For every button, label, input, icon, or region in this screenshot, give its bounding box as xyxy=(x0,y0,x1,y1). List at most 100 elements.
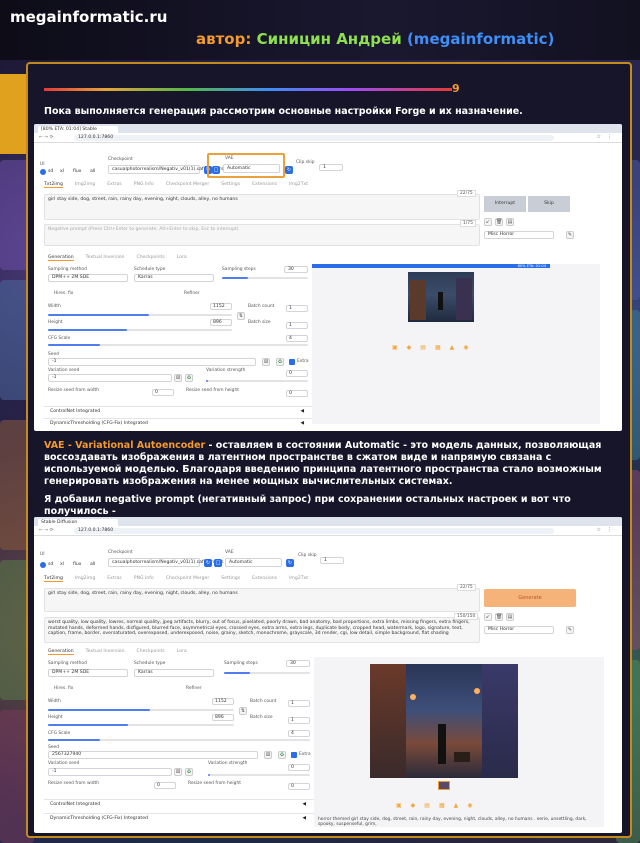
controlnet-accordion[interactable]: ControlNet Integrated ◀ xyxy=(44,406,312,416)
width-input[interactable]: 1152 xyxy=(212,698,234,705)
tab-img2img[interactable]: Img2img xyxy=(75,576,95,581)
variation-strength-input[interactable]: 0 xyxy=(288,764,310,771)
output-toolbar-icons[interactable]: ▣◆▤▦▲◉ xyxy=(396,802,481,809)
arrow-icon[interactable]: ↙ xyxy=(484,218,492,226)
tab-txt2img[interactable]: Txt2img xyxy=(44,182,63,188)
site-name[interactable]: megainformatic.ru xyxy=(10,8,167,26)
address-bar[interactable]: 127.0.0.1:7860 xyxy=(74,528,554,534)
browser-tab[interactable]: [80% ETA: 01:04] Stable Diffusion xyxy=(38,126,118,139)
prompt-input[interactable]: girl stay side, dog, street, rain, rainy… xyxy=(44,588,480,612)
refresh-icon[interactable]: ↻ xyxy=(204,559,212,567)
output-toolbar-icons[interactable]: ▣◆▤▦▲◉ xyxy=(392,344,477,351)
vae-select[interactable]: Automatic xyxy=(225,558,282,567)
tab-png-info[interactable]: PNG Info xyxy=(134,182,154,187)
sampling-steps-slider[interactable] xyxy=(222,277,308,279)
styles-select[interactable]: Misc Horror xyxy=(484,231,554,239)
schedule-type-select[interactable]: Karras xyxy=(134,669,214,677)
hires-fix-checkbox[interactable]: Hires. fix xyxy=(54,686,73,691)
variation-seed-input[interactable]: -1 xyxy=(48,768,172,776)
checkpoint-select[interactable]: casualphotorrealism/Negativ_v01(1).safet… xyxy=(108,558,224,567)
tab-textual-inversion[interactable]: Textual Inversion xyxy=(86,255,125,260)
tab-extras[interactable]: Extras xyxy=(107,576,122,581)
edit-icon[interactable]: ✎ xyxy=(566,626,574,634)
sampling-method-select[interactable]: DPM++ 2M SDE xyxy=(48,274,128,282)
tab-lora[interactable]: Lora xyxy=(177,649,187,654)
tab-settings[interactable]: Settings xyxy=(221,576,240,581)
width-slider[interactable] xyxy=(48,709,234,711)
recycle-icon[interactable]: ♻ xyxy=(278,751,286,759)
preview-image[interactable] xyxy=(408,272,474,322)
cfg-input[interactable]: 4 xyxy=(286,335,308,342)
negative-prompt-input[interactable]: worst quality, low quality, lowres, norm… xyxy=(44,617,480,643)
variation-dice-icon[interactable]: ⚄ xyxy=(174,374,182,382)
height-input[interactable]: 896 xyxy=(212,714,234,721)
variation-dice-icon[interactable]: ⚄ xyxy=(174,768,182,776)
clipboard-icon[interactable]: ▤ xyxy=(506,613,514,621)
tab-extras[interactable]: Extras xyxy=(107,182,122,187)
dice-icon[interactable]: ⚄ xyxy=(262,358,270,366)
extra-checkbox-icon[interactable] xyxy=(289,359,295,365)
extra-checkbox-icon[interactable] xyxy=(291,752,297,758)
width-slider[interactable] xyxy=(48,314,232,316)
generate-button[interactable]: Generate xyxy=(484,589,576,607)
variation-strength-slider[interactable] xyxy=(206,380,308,382)
ui-option-all[interactable]: all xyxy=(90,169,95,174)
batch-count-input[interactable]: 1 xyxy=(288,700,310,707)
radio-selected-icon[interactable] xyxy=(40,169,46,175)
tab-txt2img[interactable]: Txt2img xyxy=(44,576,63,582)
window-controls-icon[interactable]: ☆⋮ xyxy=(597,527,618,533)
nav-arrows-icon[interactable]: ← → ⟳ xyxy=(39,528,53,533)
tab-settings[interactable]: Settings xyxy=(221,182,240,187)
height-slider[interactable] xyxy=(48,329,232,331)
vae-toggle-icon[interactable]: □ xyxy=(214,559,222,567)
trash-icon[interactable]: 🗑 xyxy=(495,218,503,226)
ui-option-xl[interactable]: xl xyxy=(60,169,64,174)
cfg-slider[interactable] xyxy=(48,344,308,346)
vae-refresh-icon[interactable]: ↻ xyxy=(286,559,294,567)
clipboard-icon[interactable]: ▤ xyxy=(506,218,514,226)
sampling-steps-slider[interactable] xyxy=(224,672,310,674)
dice-icon[interactable]: ⚄ xyxy=(264,751,272,759)
tab-png-info[interactable]: PNG Info xyxy=(134,576,154,581)
controlnet-accordion[interactable]: ControlNet Integrated ◀ xyxy=(44,799,314,809)
negative-prompt-input[interactable]: Negative prompt (Press Ctrl+Enter to gen… xyxy=(44,224,480,246)
tab-img2img[interactable]: Img2img xyxy=(75,182,95,187)
seed-input[interactable]: -1 xyxy=(48,358,256,366)
tab-img2txt[interactable]: Img2Txt xyxy=(289,182,308,187)
window-controls-icon[interactable]: ☆⋮ xyxy=(597,134,618,140)
radio-selected-icon[interactable] xyxy=(40,562,46,568)
resize-height-input[interactable]: 0 xyxy=(286,390,308,397)
tab-checkpoints[interactable]: Checkpoints xyxy=(137,255,165,260)
edit-icon[interactable]: ✎ xyxy=(566,231,574,239)
vae-select[interactable]: Automatic xyxy=(223,164,280,173)
ui-option-flux[interactable]: flux xyxy=(73,562,82,567)
tab-generation[interactable]: Generation xyxy=(48,255,74,261)
resize-height-input[interactable]: 0 xyxy=(288,783,310,790)
ui-radio-group[interactable]: sd xl flux all xyxy=(40,168,110,177)
generated-image[interactable] xyxy=(370,664,518,778)
width-input[interactable]: 1152 xyxy=(210,303,232,310)
cfg-input[interactable]: 4 xyxy=(288,730,310,737)
clip-skip-input[interactable]: 1 xyxy=(320,557,344,564)
refiner-checkbox[interactable]: Refiner xyxy=(186,686,202,691)
trash-icon[interactable]: 🗑 xyxy=(495,613,503,621)
tab-extensions[interactable]: Extensions xyxy=(252,182,277,187)
batch-size-input[interactable]: 1 xyxy=(288,717,310,724)
swap-dimensions-icon[interactable]: ⇅ xyxy=(239,707,247,715)
variation-seed-input[interactable]: -1 xyxy=(48,374,172,382)
ui-option-flux[interactable]: flux xyxy=(73,169,82,174)
ui-option-sd[interactable]: sd xyxy=(48,169,53,174)
batch-size-input[interactable]: 1 xyxy=(286,322,308,329)
variation-strength-input[interactable]: 0 xyxy=(286,370,308,377)
styles-select[interactable]: Misc Horror xyxy=(484,626,554,634)
batch-count-input[interactable]: 1 xyxy=(286,305,308,312)
resize-width-input[interactable]: 0 xyxy=(154,782,176,789)
nav-arrows-icon[interactable]: ← → ⟳ xyxy=(39,135,53,140)
arrow-icon[interactable]: ↙ xyxy=(484,613,492,621)
tab-extensions[interactable]: Extensions xyxy=(252,576,277,581)
vae-refresh-icon[interactable]: ↻ xyxy=(285,166,293,174)
vae-toggle-icon[interactable]: □ xyxy=(212,166,220,174)
sampling-steps-input[interactable]: 30 xyxy=(284,266,308,273)
address-bar[interactable]: 127.0.0.1:7860 xyxy=(74,135,554,141)
dynthres-accordion[interactable]: DynamicThresholding (CFG-Fix) Integrated… xyxy=(44,418,312,428)
